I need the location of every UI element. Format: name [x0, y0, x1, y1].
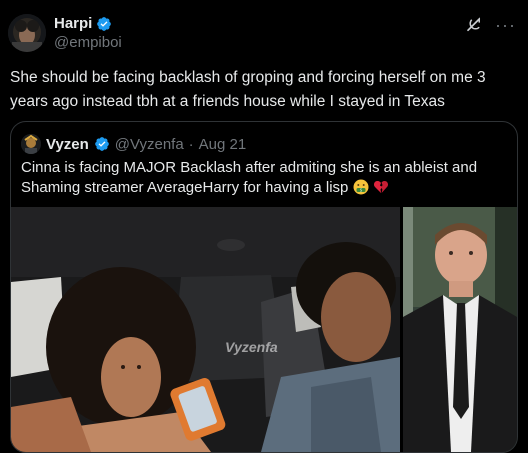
- quoted-author-avatar[interactable]: [21, 134, 41, 154]
- media-watermark: Vyzenfa: [225, 339, 278, 355]
- media-image-car[interactable]: Vyzenfa: [11, 207, 400, 452]
- grok-icon[interactable]: [465, 16, 483, 34]
- quoted-tweet-text-container: Cinna is facing MAJOR Backlash after adm…: [21, 158, 511, 198]
- author-handle[interactable]: @empiboi: [54, 34, 122, 51]
- quoted-tweet-media[interactable]: Vyzenfa: [11, 207, 517, 452]
- more-options-icon[interactable]: ···: [495, 16, 516, 34]
- verified-badge-icon: [97, 16, 112, 31]
- tweet-actions-top: ···: [465, 16, 516, 34]
- quoted-tweet-text: Cinna is facing MAJOR Backlash after adm…: [21, 159, 478, 196]
- quoted-author-handle[interactable]: @Vyzenfa: [115, 136, 184, 153]
- quoted-tweet[interactable]: Vyzen @Vyzenfa · Aug 21 Cinna is facing …: [10, 121, 518, 453]
- tweet-text: She should be facing backlash of groping…: [10, 69, 486, 110]
- author-avatar[interactable]: [8, 14, 46, 52]
- svg-text:$: $: [359, 187, 362, 192]
- separator-dot: ·: [188, 135, 194, 153]
- author-name[interactable]: Harpi: [54, 15, 92, 32]
- quoted-tweet-date[interactable]: Aug 21: [199, 136, 247, 153]
- quoted-author-name[interactable]: Vyzen: [46, 136, 89, 153]
- broken-heart-icon: [373, 181, 388, 193]
- quoted-tweet-header: Vyzen @Vyzenfa · Aug 21: [21, 134, 246, 154]
- money-mouth-face-icon: $: [353, 179, 369, 195]
- media-image-portrait[interactable]: [403, 207, 517, 452]
- tweet-header: Harpi @empiboi: [54, 14, 122, 51]
- verified-badge-icon: [94, 137, 109, 151]
